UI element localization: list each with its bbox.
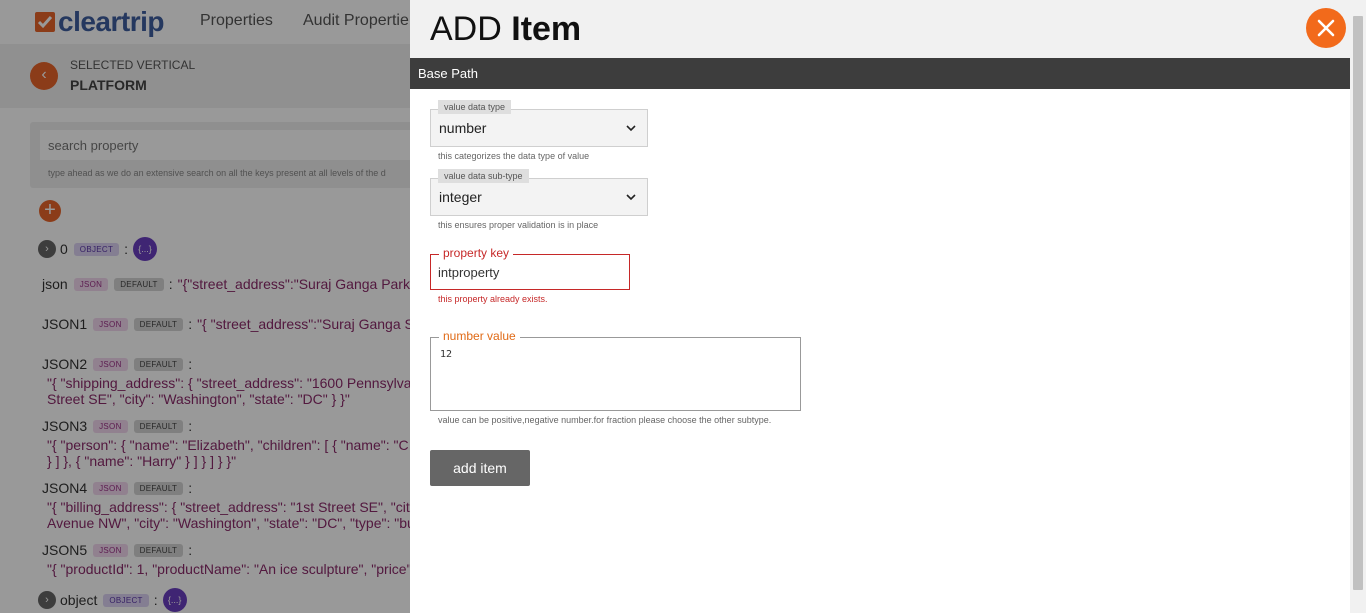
select-value: integer (439, 189, 482, 205)
number-value-field[interactable]: number value 12 (430, 330, 801, 411)
chevron-down-icon (626, 125, 636, 132)
property-key-error: this property already exists. (438, 294, 548, 304)
number-value-help: value can be positive,negative number.fo… (438, 415, 772, 425)
add-item-panel: ADD Item Base Path number value data typ… (410, 0, 1366, 613)
value-data-subtype-label: value data sub-type (438, 169, 529, 183)
value-data-subtype-select[interactable]: integer (430, 178, 648, 216)
value-data-subtype-help: this ensures proper validation is in pla… (438, 220, 599, 230)
property-key-label: property key (439, 247, 514, 260)
panel-header: ADD Item (410, 0, 1350, 58)
number-value-label: number value (439, 330, 520, 343)
property-key-field[interactable]: property key intproperty (430, 247, 630, 290)
panel-title-light: ADD (430, 10, 502, 48)
panel-title-bold: Item (511, 10, 582, 48)
number-value-text: 12 (440, 349, 453, 360)
value-data-type-help: this categorizes the data type of value (438, 151, 590, 161)
base-path-bar: Base Path (410, 58, 1350, 89)
panel-title: ADD Item (430, 10, 581, 48)
select-value: number (439, 120, 487, 136)
close-icon (1317, 19, 1335, 37)
value-data-type-select[interactable]: number (430, 109, 648, 147)
property-key-value: intproperty (438, 265, 500, 280)
chevron-down-icon (626, 194, 636, 201)
close-button[interactable] (1306, 8, 1346, 48)
scrollbar-thumb[interactable] (1353, 16, 1363, 590)
field-border (430, 337, 801, 411)
add-item-button[interactable]: add item (430, 450, 530, 486)
value-data-type-label: value data type (438, 100, 512, 114)
